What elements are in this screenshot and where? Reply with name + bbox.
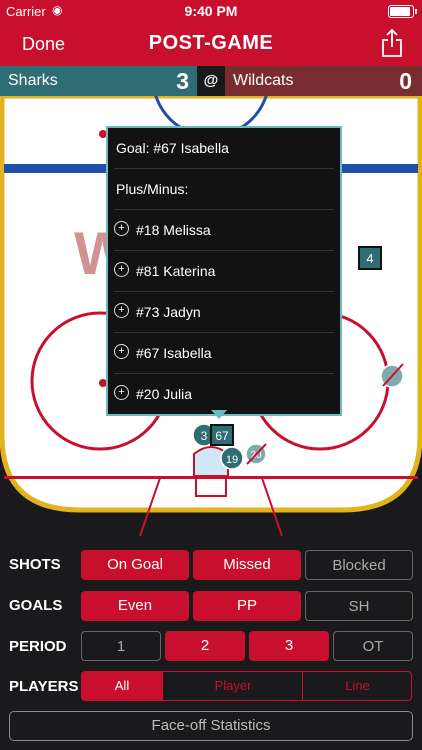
- period-ot-toggle[interactable]: OT: [333, 631, 413, 661]
- plus-circle-icon: +: [114, 262, 129, 277]
- home-team: Sharks 3: [0, 66, 197, 96]
- shot-marker-4[interactable]: 4: [358, 246, 382, 270]
- page-title: POST-GAME: [148, 32, 274, 54]
- blocked-shot-marker[interactable]: [380, 363, 404, 388]
- players-player-tab[interactable]: Player: [162, 672, 303, 700]
- plus-minus-label: Plus/Minus:: [116, 181, 189, 197]
- plus-minus-player: + #18 Melissa: [114, 210, 334, 251]
- shot-marker-19[interactable]: 19: [220, 446, 244, 470]
- goal-scorer-label: Goal: #67 Isabella: [116, 140, 229, 156]
- period-3-toggle[interactable]: 3: [249, 631, 329, 661]
- popup-pointer: [211, 410, 227, 419]
- battery-icon: [388, 5, 417, 18]
- plus-minus-player: + #73 Jadyn: [114, 292, 334, 333]
- goal-detail-popup: Goal: #67 Isabella Plus/Minus: + #18 Mel…: [106, 126, 342, 416]
- period-label: PERIOD: [9, 638, 67, 655]
- plus-minus-player: + #67 Isabella: [114, 333, 334, 374]
- goal-marker-67[interactable]: 67: [210, 424, 234, 446]
- player-label: #73 Jadyn: [136, 304, 201, 320]
- plus-circle-icon: +: [114, 385, 129, 400]
- period-1-toggle[interactable]: 1: [81, 631, 161, 661]
- scoreboard: Sharks 3 @ Wildcats 0: [0, 66, 422, 96]
- plus-minus-header: Plus/Minus:: [114, 169, 334, 210]
- players-label: PLAYERS: [9, 678, 79, 695]
- at-separator: @: [197, 66, 225, 96]
- status-bar: Carrier ◉ 9:40 PM: [0, 0, 422, 22]
- shots-blocked-toggle[interactable]: Blocked: [305, 550, 413, 580]
- navigation-bar: Done POST-GAME: [0, 22, 422, 66]
- status-time: 9:40 PM: [184, 3, 238, 19]
- players-all-tab[interactable]: All: [82, 672, 162, 700]
- goals-sh-toggle[interactable]: SH: [305, 591, 413, 621]
- plus-circle-icon: +: [114, 303, 129, 318]
- goal-scorer-row: Goal: #67 Isabella: [114, 128, 334, 169]
- away-team: Wildcats 0: [225, 66, 422, 96]
- shots-label: SHOTS: [9, 556, 61, 573]
- away-team-name: Wildcats: [233, 72, 294, 89]
- goals-even-toggle[interactable]: Even: [81, 591, 189, 621]
- goals-label: GOALS: [9, 597, 63, 614]
- player-label: #81 Katerina: [136, 263, 216, 279]
- player-label: #20 Julia: [136, 386, 193, 402]
- players-segmented-control: All Player Line: [81, 671, 412, 701]
- shots-missed-toggle[interactable]: Missed: [193, 550, 301, 580]
- svg-text:4: 4: [366, 251, 373, 266]
- players-line-tab[interactable]: Line: [302, 672, 412, 700]
- blocked-shot-marker-20[interactable]: 20: [245, 443, 267, 465]
- share-icon[interactable]: [380, 28, 404, 58]
- home-team-name: Sharks: [8, 72, 58, 89]
- plus-circle-icon: +: [114, 221, 129, 236]
- svg-text:19: 19: [226, 454, 238, 466]
- home-team-score: 3: [176, 68, 189, 94]
- shots-on-goal-toggle[interactable]: On Goal: [81, 550, 189, 580]
- player-label: #18 Melissa: [136, 222, 211, 238]
- svg-text:67: 67: [215, 429, 229, 443]
- plus-minus-player: + #20 Julia: [114, 374, 334, 414]
- player-label: #67 Isabella: [136, 345, 212, 361]
- svg-text:3: 3: [201, 429, 208, 443]
- goals-pp-toggle[interactable]: PP: [193, 591, 301, 621]
- plus-minus-player: + #81 Katerina: [114, 251, 334, 292]
- period-2-toggle[interactable]: 2: [165, 631, 245, 661]
- faceoff-statistics-button[interactable]: Face-off Statistics: [9, 711, 413, 741]
- plus-circle-icon: +: [114, 344, 129, 359]
- away-team-score: 0: [399, 68, 412, 94]
